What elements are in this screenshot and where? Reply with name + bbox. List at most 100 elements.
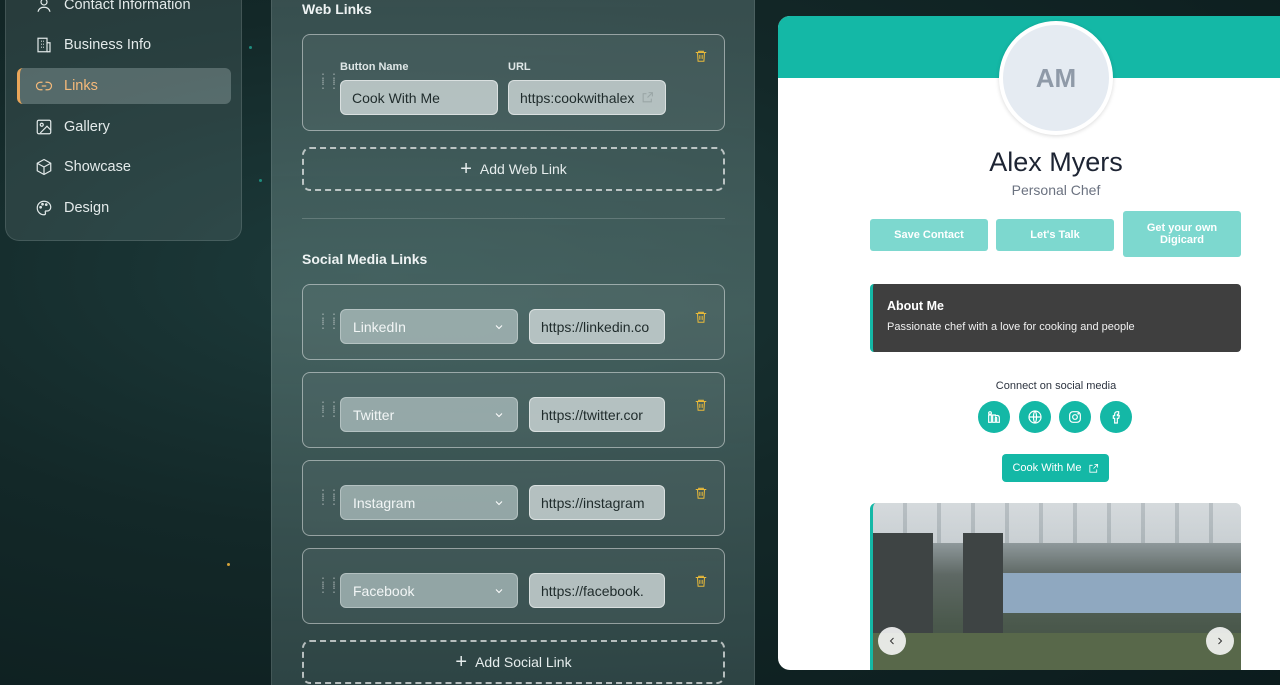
sidebar-item-business-info[interactable]: Business Info (17, 27, 231, 63)
add-web-link-label: Add Web Link (479, 161, 567, 177)
sidebar-item-label: Showcase (64, 159, 131, 175)
profile-role: Personal Chef (1011, 182, 1101, 198)
social-url-input[interactable]: https://linkedin.co (529, 309, 665, 344)
globe-icon[interactable] (1019, 401, 1051, 433)
chevron-down-icon (495, 412, 503, 417)
about-me-section: About Me Passionate chef with a love for… (870, 284, 1241, 352)
linkedin-icon[interactable] (978, 401, 1010, 433)
bg-dot (227, 563, 230, 566)
platform-value: Instagram (353, 494, 416, 511)
trash-icon (695, 575, 707, 587)
sidebar-item-links[interactable]: Links (17, 68, 231, 104)
lets-talk-button[interactable]: Let's Talk (996, 219, 1114, 251)
cook-with-me-link-button[interactable]: Cook With Me (1002, 454, 1109, 482)
sidebar-item-contact-information[interactable]: Contact Information (17, 0, 231, 23)
platform-value: Twitter (353, 406, 395, 423)
social-link-card-instagram: ⋮⋮ ⋮⋮ Instagram https://instagram (302, 460, 725, 536)
delete-social-link-button[interactable] (694, 398, 708, 417)
url-input[interactable]: https:cookwithalex (508, 80, 666, 115)
social-link-card-twitter: ⋮⋮ ⋮⋮ Twitter https://twitter.cor (302, 372, 725, 448)
url-label: URL (508, 61, 531, 73)
platform-select[interactable]: Instagram (340, 485, 518, 520)
plus-icon: + (455, 651, 468, 673)
sidebar-nav: Contact Information Business Info Links … (5, 0, 242, 241)
box-icon (36, 158, 52, 176)
drag-handle-icon[interactable]: ⋮⋮ ⋮⋮ (317, 576, 340, 594)
social-url-input[interactable]: https://facebook. (529, 573, 665, 608)
about-me-title: About Me (887, 299, 944, 313)
sidebar-item-design[interactable]: Design (17, 190, 231, 226)
sidebar-item-label: Business Info (64, 37, 152, 53)
web-links-title: Web Links (302, 1, 372, 17)
chevron-down-icon (495, 588, 503, 593)
gallery-image (870, 503, 1241, 670)
gallery-sky (993, 573, 1241, 613)
platform-select[interactable]: Facebook (340, 573, 518, 608)
sidebar-item-label: Contact Information (64, 0, 191, 13)
button-name-input[interactable]: Cook With Me (340, 80, 498, 115)
chevron-down-icon (495, 324, 503, 329)
add-social-link-button[interactable]: + Add Social Link (302, 640, 725, 684)
web-link-card: ⋮⋮ ⋮⋮ Button Name URL Cook With Me https:… (302, 34, 725, 131)
social-url-input[interactable]: https://twitter.cor (529, 397, 665, 432)
platform-select[interactable]: Twitter (340, 397, 518, 432)
save-contact-button[interactable]: Save Contact (870, 219, 988, 251)
gallery-curtain (873, 533, 933, 643)
social-link-card-linkedin: ⋮⋮ ⋮⋮ LinkedIn https://linkedin.co (302, 284, 725, 360)
section-divider (302, 218, 725, 219)
trash-icon (695, 50, 707, 62)
delete-web-link-button[interactable] (694, 49, 708, 68)
platform-value: Facebook (353, 582, 415, 599)
plus-icon: + (460, 158, 472, 180)
delete-social-link-button[interactable] (694, 310, 708, 329)
external-link-icon (1088, 463, 1098, 473)
sidebar-item-label: Design (64, 200, 110, 216)
digicard-preview: AM Alex Myers Personal Chef Save Contact… (778, 16, 1280, 670)
drag-handle-icon[interactable]: ⋮⋮ ⋮⋮ (317, 312, 340, 330)
social-url-input[interactable]: https://instagram (529, 485, 665, 520)
gallery-curtain (963, 533, 1003, 643)
platform-select[interactable]: LinkedIn (340, 309, 518, 344)
user-icon (37, 0, 51, 12)
links-editor-panel: Web Links ⋮⋮ ⋮⋮ Button Name URL Cook With… (271, 0, 755, 685)
chevron-left-icon (889, 637, 894, 645)
social-link-card-facebook: ⋮⋮ ⋮⋮ Facebook https://facebook. (302, 548, 725, 624)
profile-name: Alex Myers (989, 147, 1123, 177)
delete-social-link-button[interactable] (694, 486, 708, 505)
drag-handle-icon[interactable]: ⋮⋮ ⋮⋮ (317, 72, 340, 90)
trash-icon (695, 487, 707, 499)
add-social-link-label: Add Social Link (475, 654, 572, 670)
drag-handle-icon[interactable]: ⋮⋮ ⋮⋮ (317, 400, 340, 418)
chevron-right-icon (1218, 637, 1223, 645)
link-icon (35, 81, 53, 91)
platform-value: LinkedIn (353, 318, 406, 335)
trash-icon (695, 399, 707, 411)
sidebar-item-label: Links (64, 78, 98, 94)
sidebar-item-showcase[interactable]: Showcase (17, 149, 231, 185)
gallery-floor (873, 633, 1241, 670)
chevron-down-icon (495, 500, 503, 505)
social-links-title: Social Media Links (302, 251, 428, 267)
gallery-next-button[interactable] (1206, 627, 1234, 655)
facebook-icon[interactable] (1100, 401, 1132, 433)
delete-social-link-button[interactable] (694, 574, 708, 593)
drag-handle-icon[interactable]: ⋮⋮ ⋮⋮ (317, 488, 340, 506)
button-name-label: Button Name (340, 61, 409, 73)
sidebar-item-gallery[interactable]: Gallery (17, 109, 231, 145)
image-icon (36, 119, 52, 135)
sidebar-item-label: Gallery (64, 119, 110, 135)
trash-icon (695, 311, 707, 323)
gallery-prev-button[interactable] (878, 627, 906, 655)
bg-dot (249, 46, 252, 49)
social-caption: Connect on social media (995, 380, 1117, 392)
bg-dot (259, 179, 262, 182)
instagram-icon[interactable] (1059, 401, 1091, 433)
building-icon (37, 37, 51, 53)
add-web-link-button[interactable]: + Add Web Link (302, 147, 725, 191)
url-value: https:cookwithalex (520, 89, 635, 106)
link-button-label: Cook With Me (1012, 462, 1082, 474)
get-digicard-button[interactable]: Get your own Digicard (1123, 211, 1241, 257)
avatar: AM (999, 21, 1113, 135)
external-link-icon[interactable] (641, 91, 654, 104)
about-me-text: Passionate chef with a love for cooking … (887, 321, 1135, 333)
